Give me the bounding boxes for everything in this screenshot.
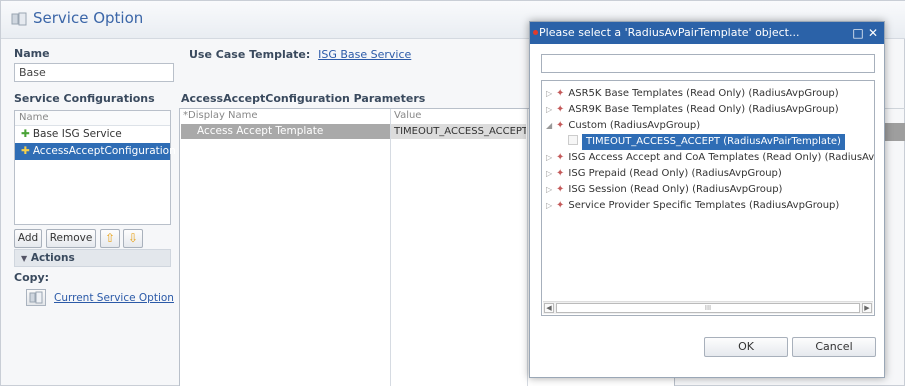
- tree-item[interactable]: ▷ ✦ Service Provider Specific Templates (R…: [546, 198, 839, 214]
- group-icon: ✦: [556, 120, 565, 131]
- list-item-label: Base ISG Service: [32, 128, 122, 140]
- expand-arrow-icon[interactable]: ▷: [546, 102, 556, 118]
- service-configurations-label: Service Configurations: [14, 92, 155, 105]
- move-up-button[interactable]: ⇧: [100, 229, 120, 248]
- service-option-icon: [11, 12, 27, 26]
- add-button[interactable]: Add: [14, 229, 42, 248]
- tree-item[interactable]: ▷ ✦ ASR5K Base Templates (Read Only) (Radi…: [546, 86, 839, 102]
- document-icon: [29, 291, 43, 304]
- table-row-value[interactable]: TIMEOUT_ACCESS_ACCEPT: [391, 124, 526, 139]
- plus-icon: ✚: [21, 128, 30, 140]
- dialog-title: Please select a 'RadiusAvPairTemplate' o…: [539, 26, 800, 39]
- template-tree[interactable]: ▷ ✦ ASR5K Base Templates (Read Only) (Radi…: [541, 80, 875, 316]
- use-case-template-label: Use Case Template:: [189, 48, 311, 61]
- tree-item-label: ASR9K Base Templates (Read Only) (Radius…: [568, 104, 839, 115]
- copy-label: Copy:: [14, 271, 50, 284]
- service-configurations-list[interactable]: Name ✚ Base ISG Service ✚ AccessAcceptConf…: [14, 110, 176, 225]
- list-column-header: Name: [15, 111, 170, 126]
- column-header-display-name: *Display Name: [183, 110, 258, 121]
- group-icon: ✦: [556, 88, 565, 99]
- expand-arrow-icon[interactable]: ▷: [546, 166, 556, 182]
- plus-icon: ✚: [21, 145, 30, 157]
- group-icon: ✦: [556, 152, 565, 163]
- tree-item-label: ASR5K Base Templates (Read Only) (Radius…: [568, 88, 839, 99]
- group-icon: ✦: [556, 200, 565, 211]
- list-item-label: AccessAcceptConfiguration: [32, 145, 176, 157]
- name-field[interactable]: Base: [14, 63, 174, 82]
- tree-item[interactable]: ▷ ✦ ISG Session (Read Only) (RadiusAvpGrou…: [546, 182, 782, 198]
- column-header-value: Value: [394, 110, 422, 121]
- expand-arrow-icon[interactable]: ▷: [546, 86, 556, 102]
- tree-item-label: ISG Prepaid (Read Only) (RadiusAvpGroup): [568, 168, 782, 179]
- name-label: Name: [14, 47, 50, 60]
- tree-item-label: ISG Access Accept and CoA Templates (Rea…: [568, 152, 875, 163]
- required-dot-icon: [533, 30, 538, 35]
- use-case-label: Use Case Template: ISG Base Service: [189, 48, 411, 61]
- collapse-triangle-icon: ▼: [21, 254, 28, 263]
- collapse-arrow-icon[interactable]: ◢: [546, 118, 556, 134]
- column-divider: [527, 109, 528, 386]
- group-icon: ✦: [556, 104, 565, 115]
- move-down-button[interactable]: ⇩: [123, 229, 143, 248]
- ok-button[interactable]: OK: [704, 337, 788, 357]
- tree-item[interactable]: ▷ ✦ ISG Access Accept and CoA Templates (R…: [546, 150, 875, 166]
- column-divider: [390, 109, 391, 386]
- horizontal-scrollbar[interactable]: ◀ III ▶: [543, 301, 873, 314]
- list-item-base-isg-service[interactable]: ✚ Base ISG Service: [15, 126, 170, 143]
- dialog-title-bar: Please select a 'RadiusAvPairTemplate' o…: [530, 22, 884, 44]
- select-template-dialog: Please select a 'RadiusAvPairTemplate' o…: [529, 21, 885, 378]
- list-item-access-accept-configuration[interactable]: ✚ AccessAcceptConfiguration: [15, 143, 176, 160]
- arrow-down-icon: ⇩: [127, 231, 139, 245]
- scroll-left-icon[interactable]: ◀: [544, 303, 554, 313]
- page-title: Service Option: [33, 9, 144, 27]
- tree-item-label: Service Provider Specific Templates (Rad…: [568, 200, 840, 211]
- arrow-up-icon: ⇧: [104, 231, 116, 245]
- actions-label: Actions: [30, 252, 75, 264]
- group-icon: ✦: [556, 168, 565, 179]
- actions-section-header[interactable]: ▼ Actions: [14, 249, 171, 267]
- tree-item-label: TIMEOUT_ACCESS_ACCEPT (RadiusAvPairTempl…: [582, 134, 845, 150]
- window-controls[interactable]: □ ✕: [852, 22, 878, 44]
- template-icon: [568, 135, 578, 145]
- expand-arrow-icon[interactable]: ▷: [546, 198, 556, 214]
- dialog-search-input[interactable]: [541, 54, 875, 73]
- tree-item-label: Custom (RadiusAvpGroup): [568, 120, 701, 131]
- cancel-button[interactable]: Cancel: [792, 337, 876, 357]
- tree-item[interactable]: ▷ ✦ ASR9K Base Templates (Read Only) (Radi…: [546, 102, 839, 118]
- group-icon: ✦: [556, 184, 565, 195]
- remove-button[interactable]: Remove: [46, 229, 96, 248]
- tree-leaf-selected[interactable]: TIMEOUT_ACCESS_ACCEPT (RadiusAvPairTempl…: [568, 134, 845, 150]
- tree-item[interactable]: ▷ ✦ ISG Prepaid (Read Only) (RadiusAvpGrou…: [546, 166, 782, 182]
- copy-icon[interactable]: [26, 289, 46, 306]
- tree-item[interactable]: ◢ ✦ Custom (RadiusAvpGroup): [546, 118, 700, 134]
- tree-item-label: ISG Session (Read Only) (RadiusAvpGroup): [568, 184, 783, 195]
- current-service-option-link[interactable]: Current Service Option: [54, 292, 174, 304]
- table-row-display-name[interactable]: Access Accept Template: [181, 124, 390, 139]
- expand-arrow-icon[interactable]: ▷: [546, 182, 556, 198]
- scroll-right-icon[interactable]: ▶: [862, 303, 872, 313]
- use-case-template-link[interactable]: ISG Base Service: [318, 48, 411, 61]
- expand-arrow-icon[interactable]: ▷: [546, 150, 556, 166]
- parameters-title: AccessAcceptConfiguration Parameters: [181, 92, 426, 105]
- scroll-thumb[interactable]: III: [556, 303, 860, 313]
